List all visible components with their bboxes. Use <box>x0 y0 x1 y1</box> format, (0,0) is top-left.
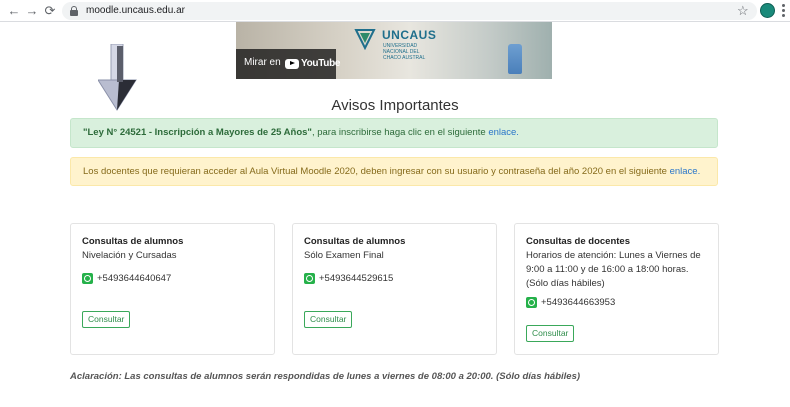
consultar-button[interactable]: Consultar <box>304 311 353 328</box>
consultar-button[interactable]: Consultar <box>82 311 131 328</box>
uni-name: UNCAUS <box>382 28 437 42</box>
card-student-examen: Consultas de alumnos Sólo Examen Final +… <box>292 223 497 355</box>
bottle-image <box>508 44 522 74</box>
uncaus-logo-icon <box>354 29 376 50</box>
alert-enrollment-link[interactable]: enlace. <box>488 127 519 138</box>
alert-enrollment-text: , para inscribirse haga clic en el sigui… <box>311 127 489 138</box>
watch-label[interactable]: Mirar en <box>244 57 281 68</box>
back-icon[interactable]: ← <box>6 3 22 19</box>
address-bar[interactable]: moodle.uncaus.edu.ar <box>62 2 757 20</box>
card-student-nivelacion: Consultas de alumnos Nivelación y Cursad… <box>70 223 275 355</box>
forward-icon[interactable]: → <box>24 3 40 19</box>
card-title: Consultas de alumnos <box>304 236 406 247</box>
consultar-button[interactable]: Consultar <box>526 325 575 342</box>
phone-number[interactable]: +5493644663953 <box>541 297 615 308</box>
youtube-link[interactable]: YouTube <box>285 58 341 69</box>
alert-teachers: Los docentes que requieran acceder al Au… <box>70 157 718 186</box>
alert-enrollment-title: "Ley N° 24521 - Inscripción a Mayores de… <box>83 127 312 138</box>
profile-avatar[interactable] <box>760 3 775 18</box>
url-text[interactable]: moodle.uncaus.edu.ar <box>86 5 185 17</box>
whatsapp-icon <box>526 297 537 308</box>
card-subtitle: Horarios de atención: Lunes a Viernes de… <box>526 250 701 289</box>
whatsapp-icon <box>304 273 315 284</box>
youtube-icon <box>285 58 299 69</box>
whatsapp-contact[interactable]: +5493644529615 <box>304 273 485 284</box>
card-title: Consultas de alumnos <box>82 236 184 247</box>
card-teachers: Consultas de docentes Horarios de atenci… <box>514 223 719 355</box>
menu-kebab-icon[interactable] <box>780 3 786 19</box>
card-subtitle: Sólo Examen Final <box>304 250 384 261</box>
youtube-label: YouTube <box>301 58 341 69</box>
bookmark-star-icon[interactable]: ☆ <box>737 3 749 19</box>
alert-teachers-text: Los docentes que requieran acceder al Au… <box>83 165 670 177</box>
alert-enrollment: "Ley N° 24521 - Inscripción a Mayores de… <box>70 118 718 148</box>
clarification-note: Aclaración: Las consultas de alumnos ser… <box>70 371 581 382</box>
card-subtitle: Nivelación y Cursadas <box>82 250 177 261</box>
uni-subtitle: Universidad Nacional del Chaco Austral <box>383 43 426 61</box>
browser-toolbar: ← → ⟳ moodle.uncaus.edu.ar ☆ <box>0 0 790 22</box>
alert-teachers-link[interactable]: enlace. <box>670 166 701 177</box>
whatsapp-contact[interactable]: +5493644663953 <box>526 297 704 308</box>
phone-number[interactable]: +5493644529615 <box>319 273 393 284</box>
card-title: Consultas de docentes <box>526 236 630 247</box>
whatsapp-icon <box>82 273 93 284</box>
whatsapp-contact[interactable]: +5493644640647 <box>82 273 263 284</box>
lock-icon[interactable] <box>70 6 78 16</box>
video-thumbnail[interactable]: UNCAUS Universidad Nacional del Chaco Au… <box>236 22 552 79</box>
reload-icon[interactable]: ⟳ <box>42 3 58 19</box>
page-title: Avisos Importantes <box>331 97 459 114</box>
phone-number[interactable]: +5493644640647 <box>97 273 171 284</box>
